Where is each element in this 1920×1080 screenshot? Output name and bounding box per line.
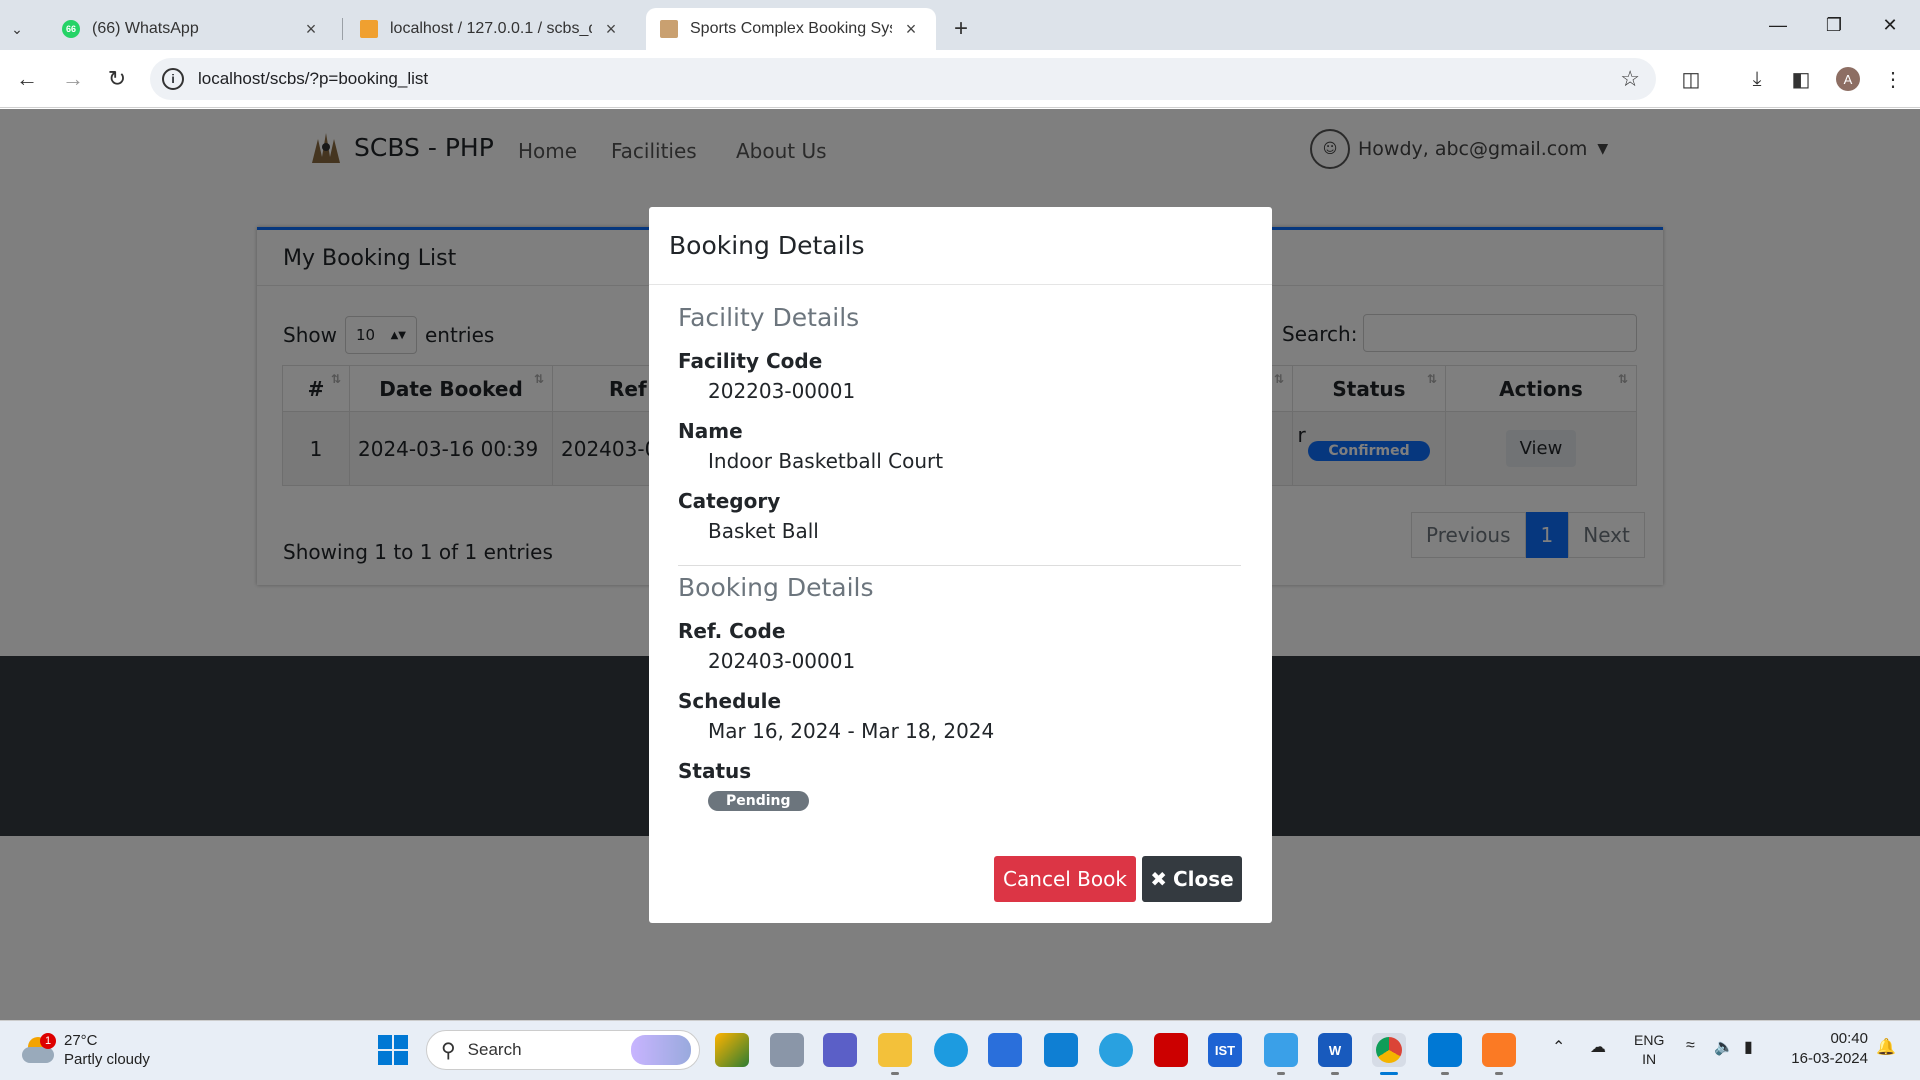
clock[interactable]: 00:40 16-03-2024	[1788, 1029, 1868, 1069]
task-view-icon[interactable]	[770, 1033, 804, 1067]
close-icon[interactable]: ×	[300, 19, 322, 40]
chrome-icon[interactable]	[1372, 1033, 1406, 1067]
site-info-icon[interactable]: i	[162, 68, 184, 90]
tab-title: Sports Complex Booking Systen	[690, 20, 892, 37]
close-window-icon[interactable]: ✕	[1862, 0, 1918, 50]
forward-icon[interactable]: →	[56, 62, 90, 96]
section-divider	[678, 565, 1241, 566]
chevron-up-icon[interactable]: ⌃	[1552, 1037, 1565, 1057]
xampp-icon[interactable]	[1482, 1033, 1516, 1067]
teams-icon[interactable]	[823, 1033, 857, 1067]
tab-title: (66) WhatsApp	[92, 20, 199, 37]
category-value: Basket Ball	[708, 519, 819, 543]
running-indicator	[891, 1072, 899, 1075]
scbs-icon	[660, 20, 678, 38]
download-icon[interactable]: ⤓	[1742, 64, 1772, 94]
close-icon[interactable]: ×	[900, 19, 922, 40]
lang-bottom: IN	[1642, 1051, 1657, 1067]
taskbar-search[interactable]: ⚲ Search	[426, 1030, 700, 1070]
running-indicator	[1277, 1072, 1285, 1075]
store-icon[interactable]	[988, 1033, 1022, 1067]
booking-details-modal: Booking Details Facility Details Facilit…	[649, 207, 1272, 923]
tab-title: localhost / 127.0.0.1 / scbs_db |	[390, 20, 592, 37]
name-value: Indoor Basketball Court	[708, 449, 944, 473]
ref-code-label: Ref. Code	[678, 619, 786, 643]
clock-date: 16-03-2024	[1791, 1050, 1868, 1067]
running-indicator	[1495, 1072, 1503, 1075]
modal-title: Booking Details	[649, 207, 1272, 285]
help-icon[interactable]	[1099, 1033, 1133, 1067]
copilot-icon[interactable]	[715, 1033, 749, 1067]
tab-whatsapp[interactable]: 66 (66) WhatsApp ×	[48, 8, 336, 50]
browser-tab-strip: ⌄ 66 (66) WhatsApp × localhost / 127.0.0…	[0, 0, 1920, 50]
schedule-label: Schedule	[678, 689, 782, 713]
weather-widget[interactable]: 1 27°C Partly cloudy	[22, 1031, 150, 1069]
status-badge-pending: Pending	[708, 791, 809, 811]
name-label: Name	[678, 419, 743, 443]
running-indicator-active	[1380, 1072, 1398, 1075]
facility-code-label: Facility Code	[678, 349, 823, 373]
whatsapp-icon: 66	[62, 20, 80, 38]
search-highlight-icon	[631, 1035, 691, 1065]
tab-separator	[342, 18, 343, 40]
weather-badge: 1	[40, 1033, 56, 1049]
file-explorer-icon[interactable]	[878, 1033, 912, 1067]
tab-scbs[interactable]: Sports Complex Booking Systen ×	[646, 8, 936, 50]
close-button[interactable]: ✖ Close	[1142, 856, 1242, 902]
notification-bell-icon[interactable]: 🔔	[1876, 1037, 1896, 1057]
bookmark-star-icon[interactable]: ☆	[1620, 66, 1640, 92]
close-icon[interactable]: ×	[600, 19, 622, 40]
back-icon[interactable]: ←	[10, 62, 44, 96]
weather-temp: 27°C	[64, 1032, 98, 1049]
close-button-label: Close	[1173, 867, 1234, 891]
reload-icon[interactable]: ↻	[100, 62, 134, 96]
facility-details-heading: Facility Details	[678, 303, 860, 332]
extensions-icon[interactable]: ◫	[1676, 64, 1706, 94]
category-label: Category	[678, 489, 781, 513]
url-text[interactable]: localhost/scbs/?p=booking_list	[198, 69, 428, 89]
new-tab-button[interactable]: +	[944, 8, 978, 50]
edge-icon[interactable]	[934, 1033, 968, 1067]
windows-taskbar: 1 27°C Partly cloudy ⚲ Search IST W ⌃ ☁ …	[0, 1020, 1920, 1080]
ref-code-value: 202403-00001	[708, 649, 856, 673]
cancel-book-button[interactable]: Cancel Book	[994, 856, 1136, 902]
vscode-icon[interactable]	[1428, 1033, 1462, 1067]
facility-code-value: 202203-00001	[708, 379, 856, 403]
schedule-value: Mar 16, 2024 - Mar 18, 2024	[708, 719, 995, 743]
tab-search-button[interactable]: ⌄	[8, 8, 26, 50]
ist-icon[interactable]: IST	[1208, 1033, 1242, 1067]
windows-start-icon[interactable]	[378, 1035, 408, 1065]
weather-desc: Partly cloudy	[64, 1051, 150, 1068]
restore-icon[interactable]: ❐	[1806, 0, 1862, 50]
clock-time: 00:40	[1830, 1030, 1868, 1047]
address-bar[interactable]: i localhost/scbs/?p=booking_list ☆	[150, 58, 1656, 100]
weather-icon: 1	[22, 1033, 56, 1065]
volume-icon[interactable]: 🔈	[1714, 1037, 1734, 1057]
lang-top: ENG	[1634, 1032, 1665, 1048]
hp-icon[interactable]	[1044, 1033, 1078, 1067]
status-label: Status	[678, 759, 752, 783]
side-panel-icon[interactable]: ◧	[1786, 64, 1816, 94]
search-placeholder: Search	[467, 1040, 522, 1059]
onedrive-icon[interactable]: ☁	[1590, 1037, 1606, 1057]
close-x-icon: ✖	[1150, 867, 1167, 891]
language-indicator[interactable]: ENG IN	[1634, 1031, 1664, 1069]
running-indicator	[1441, 1072, 1449, 1075]
browser-toolbar: ← → ↻ i localhost/scbs/?p=booking_list ☆…	[0, 50, 1920, 108]
booking-details-heading: Booking Details	[678, 573, 874, 602]
tab-phpmyadmin[interactable]: localhost / 127.0.0.1 / scbs_db | ×	[346, 8, 636, 50]
mcafee-icon[interactable]	[1154, 1033, 1188, 1067]
phpmyadmin-icon	[360, 20, 378, 38]
word-icon[interactable]: W	[1318, 1033, 1352, 1067]
wifi-icon[interactable]: ≈	[1686, 1037, 1695, 1055]
search-icon: ⚲	[441, 1039, 456, 1062]
chevron-down-icon: ⌄	[11, 20, 23, 37]
menu-icon[interactable]: ⋮	[1878, 64, 1908, 94]
paint-icon[interactable]	[1264, 1033, 1298, 1067]
profile-avatar[interactable]: A	[1836, 67, 1860, 91]
minimize-icon[interactable]: —	[1750, 0, 1806, 50]
battery-icon[interactable]: ▮	[1744, 1037, 1753, 1057]
running-indicator	[1331, 1072, 1339, 1075]
